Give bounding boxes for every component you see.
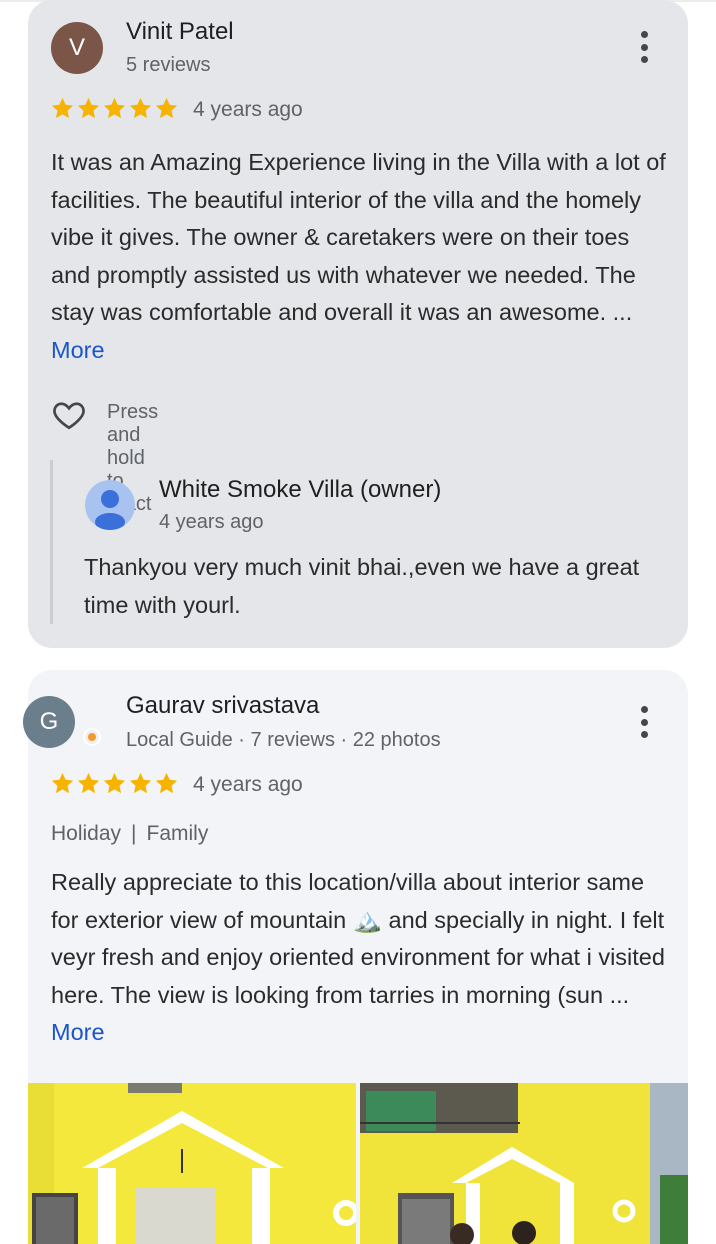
more-options-icon[interactable] bbox=[632, 702, 656, 742]
star-icon bbox=[102, 96, 127, 121]
trip-tags: Holiday | Family bbox=[51, 822, 208, 846]
avatar-letter: V bbox=[68, 34, 85, 61]
tag-separator: | bbox=[131, 822, 137, 845]
reviewer-name[interactable]: Gaurav srivastava bbox=[126, 692, 319, 720]
star-icon bbox=[128, 96, 153, 121]
review-body: It was an Amazing Experience living in t… bbox=[51, 149, 666, 325]
reviewer-meta: 5 reviews bbox=[126, 54, 211, 76]
more-link[interactable]: More bbox=[51, 337, 105, 363]
review-photo[interactable] bbox=[360, 1083, 688, 1244]
avatar[interactable]: V bbox=[51, 22, 103, 74]
avatar-letter: G bbox=[39, 708, 59, 735]
review-time: 4 years ago bbox=[193, 773, 303, 796]
reviewer-meta: Local Guide · 7 reviews · 22 photos bbox=[126, 729, 441, 751]
reply-divider bbox=[50, 460, 53, 624]
star-icon bbox=[154, 771, 179, 796]
mountain-emoji: 🏔️ bbox=[352, 906, 382, 933]
heart-icon[interactable] bbox=[50, 397, 88, 433]
local-guide-badge-icon bbox=[83, 728, 101, 746]
owner-avatar bbox=[85, 480, 135, 530]
star-icon bbox=[50, 96, 75, 121]
review-text: It was an Amazing Experience living in t… bbox=[51, 144, 671, 369]
star-icon bbox=[154, 96, 179, 121]
star-icon bbox=[76, 96, 101, 121]
review-card[interactable]: V Vinit Patel 5 reviews 4 years ago It w… bbox=[28, 0, 688, 648]
tag-family: Family bbox=[146, 822, 209, 845]
person-icon bbox=[95, 490, 125, 530]
star-icon bbox=[102, 771, 127, 796]
more-link[interactable]: More bbox=[51, 1019, 105, 1045]
star-icon bbox=[76, 771, 101, 796]
more-options-icon[interactable] bbox=[632, 27, 656, 67]
star-rating bbox=[50, 96, 179, 121]
owner-name: White Smoke Villa (owner) bbox=[159, 476, 442, 503]
villa-photo-image bbox=[360, 1083, 688, 1244]
owner-reply-text: Thankyou very much vinit bhai.,even we h… bbox=[84, 554, 640, 618]
owner-reply-time: 4 years ago bbox=[159, 511, 264, 533]
star-icon bbox=[50, 771, 75, 796]
tag-holiday: Holiday bbox=[51, 822, 122, 845]
avatar[interactable]: G bbox=[23, 696, 75, 748]
star-rating bbox=[50, 771, 179, 796]
review-text: Really appreciate to this location/villa… bbox=[51, 864, 676, 1052]
review-photo[interactable] bbox=[28, 1083, 356, 1244]
villa-photo-image bbox=[28, 1083, 356, 1244]
star-icon bbox=[128, 771, 153, 796]
review-time: 4 years ago bbox=[193, 98, 303, 121]
reviewer-name[interactable]: Vinit Patel bbox=[126, 18, 234, 46]
